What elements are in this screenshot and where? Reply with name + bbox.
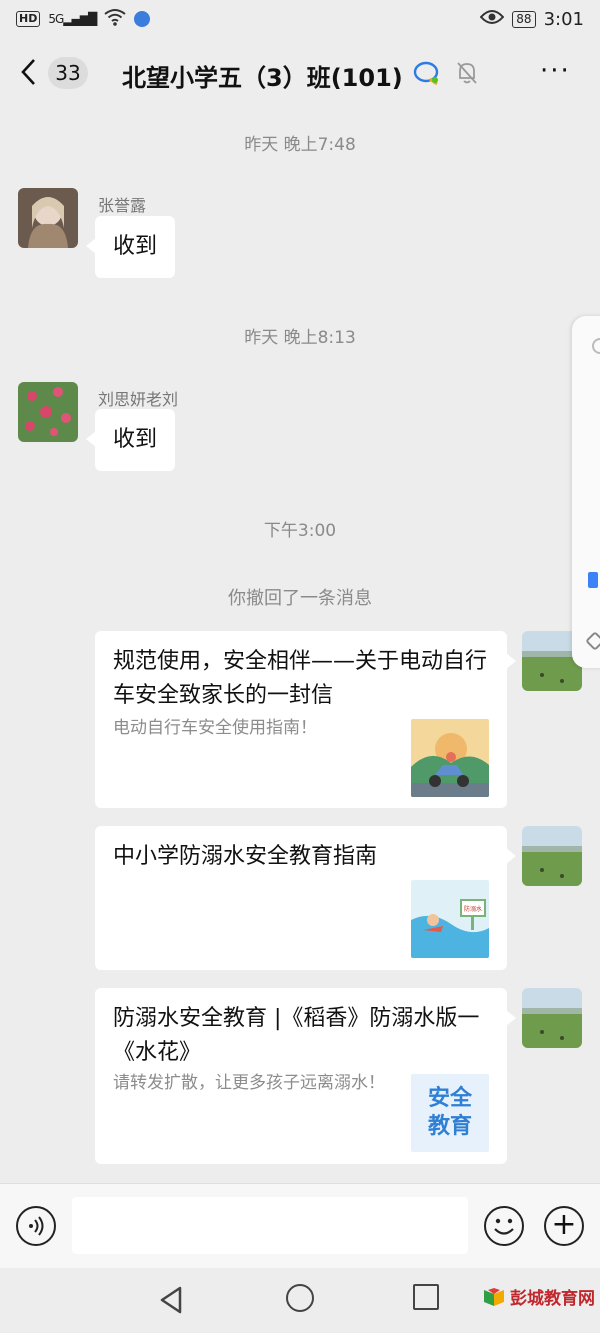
floating-side-panel[interactable] [572,316,600,668]
battery-indicator: 88 [512,10,536,28]
emoji-icon[interactable] [484,1206,524,1246]
panel-volume-icon[interactable] [588,572,598,588]
voice-input-icon[interactable] [16,1206,56,1246]
card-title: 防溺水安全教育 |《稻香》防溺水版一《水花》 [113,1006,480,1065]
timestamp: 下午3:00 [263,521,337,541]
more-options-icon[interactable]: ··· [540,56,571,86]
safety-education-thumbnail: 安全教育 [411,1074,489,1152]
watermark-text: 彭城教育网 [510,1289,595,1309]
unread-count-badge[interactable]: 33 [48,57,88,89]
nav-home-icon[interactable] [286,1284,314,1312]
enterprise-chat-icon[interactable] [413,60,441,86]
hd-indicator: HD [16,11,41,27]
message-bubble[interactable]: 收到 [85,409,176,471]
my-avatar[interactable] [522,826,582,886]
link-card[interactable]: 规范使用，安全相伴——关于电动自行车安全致家长的一封信 电动自行车安全使用指南！ [95,631,516,808]
my-avatar[interactable] [522,988,582,1048]
recall-notice: 你撤回了一条消息 [228,588,372,609]
timestamp: 昨天 晚上8:13 [244,328,356,348]
watermark: 彭城教育网 [482,1284,595,1309]
status-bar: HD 5G▂▄▆█ 88 3:01 [0,0,600,38]
clock: 3:01 [543,8,584,30]
sender-name: 刘思妍老刘 [98,390,179,409]
link-card[interactable]: 中小学防溺水安全教育指南 防溺水 [95,826,516,970]
swimming-thumbnail: 防溺水 [411,880,489,958]
nav-back-icon[interactable] [158,1285,184,1319]
card-description: 请转发扩散，让更多孩子远离溺水！ [113,1073,385,1093]
link-card[interactable]: 防溺水安全教育 |《稻香》防溺水版一《水花》 请转发扩散，让更多孩子远离溺水！ … [95,988,516,1164]
chat-header: 33 北望小学五（3）班(101) ··· [0,40,600,106]
sender-name: 张誉露 [98,196,147,215]
chat-title: 北望小学五（3）班(101) [122,64,403,92]
wifi-icon [104,8,126,31]
input-bar: + [0,1183,600,1268]
scooter-thumbnail [411,719,489,797]
panel-settings-icon[interactable] [585,631,600,651]
panel-circle-icon[interactable] [592,338,600,354]
avatar[interactable] [18,382,78,442]
back-arrow-icon[interactable] [20,58,36,91]
add-more-icon[interactable]: + [544,1206,584,1246]
message-bubble[interactable]: 收到 [85,216,176,278]
eye-icon [479,9,505,30]
card-title: 中小学防溺水安全教育指南 [113,844,378,869]
card-description: 电动自行车安全使用指南！ [113,718,317,738]
mute-bell-icon [456,61,478,85]
thumbnail-text: 安全教育 [427,1086,472,1139]
avatar[interactable] [18,188,78,248]
nav-recent-apps-icon[interactable] [413,1284,439,1310]
watermark-book-icon [482,1286,506,1308]
sign-text: 防溺水 [464,905,482,913]
system-nav-bar: 彭城教育网 [0,1268,600,1333]
timestamp: 昨天 晚上7:48 [244,135,356,155]
signal-indicator: 5G▂▄▆█ [48,12,97,26]
app-notification-icon [134,11,151,27]
message-input[interactable] [72,1197,468,1254]
card-title: 规范使用，安全相伴——关于电动自行车安全致家长的一封信 [113,649,488,708]
